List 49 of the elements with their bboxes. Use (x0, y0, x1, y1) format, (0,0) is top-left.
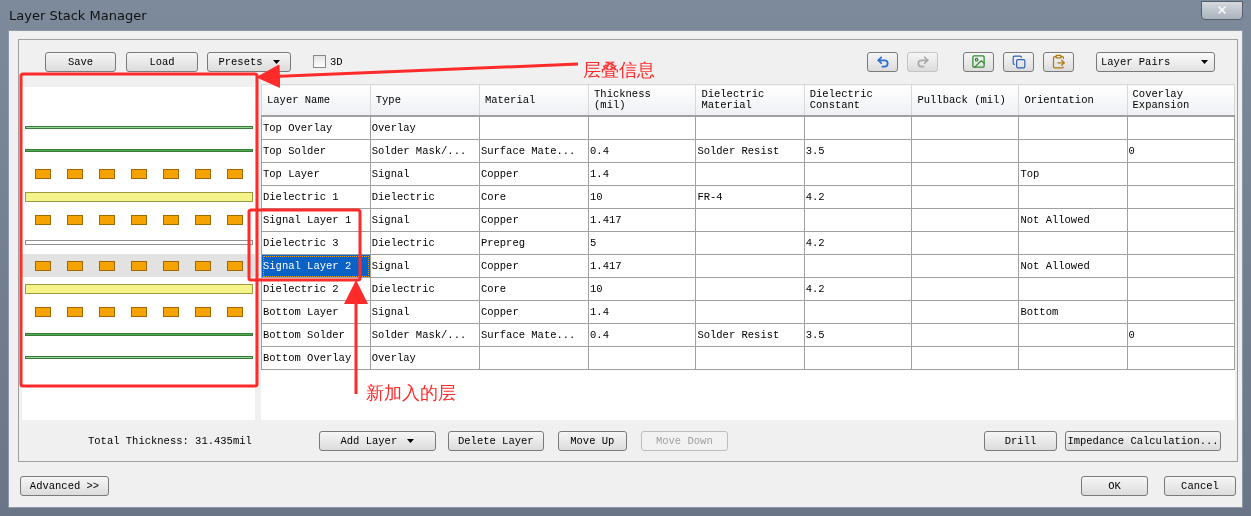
undo-icon (875, 54, 890, 69)
table-cell: 4.2 (804, 185, 912, 209)
checkbox[interactable] (313, 55, 326, 68)
copy-icon (1011, 54, 1026, 69)
action-button[interactable]: Impedance Calculation... (1065, 430, 1221, 451)
ok-button[interactable]: OK (1081, 476, 1148, 496)
column-header[interactable]: Material (479, 84, 589, 116)
window-title: Layer Stack Manager (9, 7, 147, 23)
column-header[interactable]: Layer Name (261, 84, 371, 116)
close-icon (1216, 4, 1228, 16)
column-header[interactable]: Dielectric Constant (804, 84, 912, 116)
column-header[interactable]: Coverlay Expansion (1127, 84, 1235, 116)
cancel-button[interactable]: Cancel (1164, 476, 1236, 496)
table-cell[interactable]: Top Solder (261, 139, 371, 163)
action-button[interactable]: Drill (984, 430, 1057, 451)
dropdown-button[interactable]: Add Layer (318, 430, 436, 451)
table-cell[interactable]: Top Layer (261, 162, 371, 186)
table-cell: 3.5 (804, 323, 912, 347)
toolbar-button[interactable]: Save (45, 51, 116, 72)
dropdown-button[interactable]: Presets (207, 51, 291, 72)
action-button[interactable]: Delete Layer (447, 430, 544, 451)
annotation-label: 层叠信息 (583, 58, 655, 82)
checkbox-label: 3D (330, 55, 343, 68)
table-cell: Overlay (370, 116, 480, 140)
table-cell: 4.2 (804, 231, 912, 255)
table-cell[interactable]: Top Overlay (261, 116, 371, 140)
table-cell: 4.2 (804, 277, 912, 301)
copy-button[interactable] (1003, 51, 1034, 72)
column-header[interactable]: Thickness (mil) (588, 84, 696, 116)
image-button[interactable] (963, 51, 994, 72)
table-cell: 3.5 (804, 139, 912, 163)
column-header[interactable]: Dielectric Material (695, 84, 805, 116)
action-button[interactable]: Move Up (557, 430, 627, 451)
image-icon (971, 54, 986, 69)
layer-pairs-dropdown[interactable]: Layer Pairs (1096, 51, 1215, 72)
column-header[interactable]: Orientation (1018, 84, 1128, 116)
caret-icon (1201, 59, 1208, 64)
annotation-label: 新加入的层 (366, 381, 456, 405)
advanced-button[interactable]: Advanced >> (20, 476, 109, 496)
redo-icon (915, 54, 930, 69)
total-thickness: Total Thickness: 31.435mil (88, 434, 252, 447)
paste-button[interactable] (1043, 51, 1074, 72)
close-button[interactable] (1201, 0, 1243, 20)
undo-button[interactable] (867, 51, 898, 72)
paste-icon (1051, 54, 1066, 69)
column-header[interactable]: Pullback (mil) (911, 84, 1019, 116)
column-header[interactable]: Type (370, 84, 480, 116)
table-cell[interactable]: Dielectric 1 (261, 185, 371, 209)
toolbar-button[interactable]: Load (126, 51, 198, 72)
